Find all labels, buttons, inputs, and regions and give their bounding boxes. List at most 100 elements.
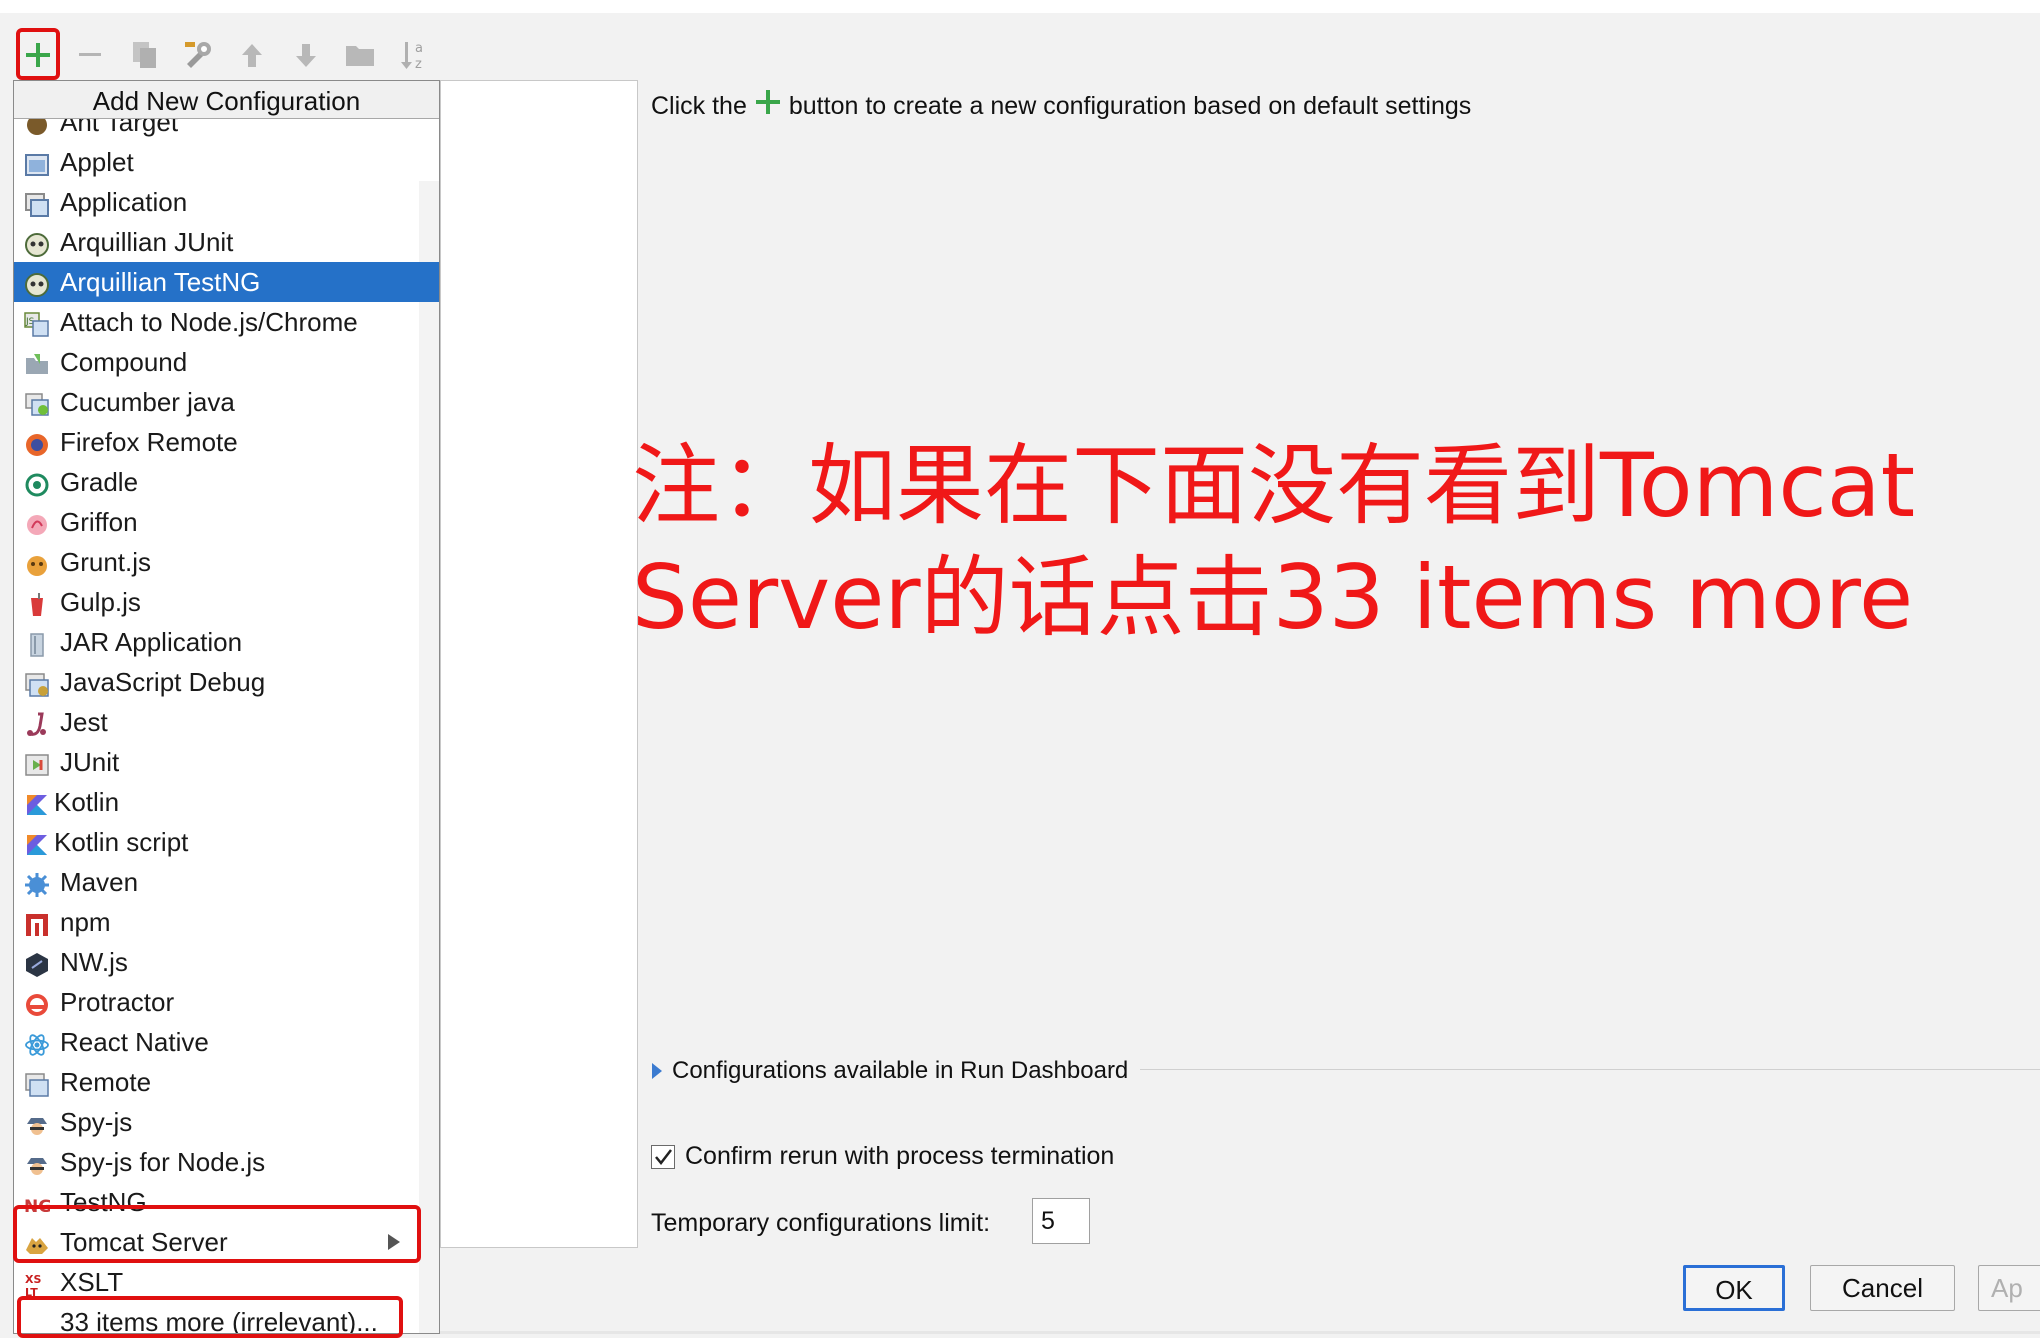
popup-item-label: Application — [60, 187, 188, 217]
popup-item-label: Arquillian TestNG — [60, 267, 261, 297]
popup-item[interactable]: NW.js — [14, 942, 439, 982]
confirm-rerun-checkbox[interactable] — [651, 1145, 675, 1169]
popup-item[interactable]: JUnit — [14, 742, 439, 782]
popup-item-label: Kotlin script — [54, 827, 189, 857]
xslt-icon: XS LT — [24, 1269, 50, 1299]
svg-text:a: a — [415, 41, 423, 56]
add-configuration-popup: Ant Target Add New Configuration Applet A… — [13, 80, 440, 1334]
react-icon — [24, 1029, 50, 1056]
annotation-line-1: 注：如果在下面没有看到Tomcat — [632, 434, 1916, 537]
temp-config-limit-label: Temporary configurations limit: — [651, 1209, 991, 1237]
popup-item-label: Grunt.js — [60, 547, 152, 577]
spyjs-icon — [24, 1109, 50, 1135]
popup-item-label: Compound — [60, 347, 188, 377]
hint-text-after: button to create a new configuration bas… — [788, 92, 1472, 120]
griffon-icon — [24, 509, 50, 535]
popup-item[interactable]: npm — [14, 902, 439, 942]
apply-button[interactable]: Ap — [1978, 1265, 2040, 1311]
npm-icon — [24, 909, 50, 936]
configuration-tree-panel[interactable] — [440, 80, 638, 1248]
popup-item[interactable]: Arquillian JUnit — [14, 222, 439, 262]
confirm-rerun-label[interactable]: Confirm rerun with process termination — [685, 1136, 1114, 1176]
remove-icon — [79, 53, 101, 56]
popup-item[interactable]: Maven — [14, 862, 439, 902]
arquillian-icon — [24, 229, 50, 257]
popup-item[interactable]: Firefox Remote — [14, 422, 439, 462]
edit-defaults-button[interactable] — [172, 30, 224, 80]
sort-alpha-icon: az — [401, 41, 423, 72]
temp-config-limit-input[interactable] — [1032, 1198, 1090, 1244]
popup-item-label: NW.js — [60, 947, 128, 977]
popup-item[interactable]: Kotlin — [14, 782, 439, 822]
popup-item[interactable]: Grunt.js — [14, 542, 439, 582]
popup-item-label: JAR Application — [60, 627, 243, 657]
cucumber-icon — [24, 389, 50, 416]
popup-item-label: Kotlin — [54, 787, 120, 817]
popup-item[interactable]: Arquillian TestNG — [14, 262, 439, 302]
kotlin-icon — [24, 789, 50, 815]
annotation-note: 注：如果在下面没有看到Tomcat Server的话点击33 items mor… — [632, 430, 2032, 654]
empty-state-hint: Click the button to create a new configur… — [651, 86, 1471, 127]
popup-item[interactable]: Spy-js — [14, 1102, 439, 1142]
popup-item-label: Gradle — [60, 467, 139, 497]
popup-item[interactable]: Protractor — [14, 982, 439, 1022]
remote-icon — [24, 1069, 50, 1097]
add-button-highlight — [16, 28, 60, 80]
popup-item[interactable]: Application — [14, 182, 439, 222]
jar-icon — [24, 629, 50, 657]
js-debug-icon — [24, 669, 50, 697]
popup-item[interactable]: Spy-js for Node.js — [14, 1142, 439, 1182]
popup-item[interactable]: Gradle — [14, 462, 439, 502]
popup-item[interactable]: Kotlin script — [14, 822, 439, 862]
sort-button[interactable]: az — [388, 30, 440, 80]
popup-item-label: Cucumber java — [60, 387, 235, 417]
remove-configuration-button[interactable] — [64, 30, 116, 80]
popup-item-label: Jest — [60, 707, 108, 737]
gradle-icon — [24, 469, 50, 497]
applet-icon — [24, 149, 50, 176]
arrow-down-icon — [296, 44, 316, 67]
expand-arrow-icon[interactable] — [652, 1063, 662, 1079]
popup-item-label: Attach to Node.js/Chrome — [60, 307, 358, 337]
create-folder-button[interactable] — [334, 30, 386, 80]
protractor-icon — [24, 989, 50, 1016]
popup-item[interactable]: Gulp.js — [14, 582, 439, 622]
popup-item[interactable]: JS Attach to Node.js/Chrome — [14, 302, 439, 342]
move-down-button[interactable] — [280, 30, 332, 80]
popup-item-label: JavaScript Debug — [60, 667, 266, 697]
popup-item-label: Protractor — [60, 987, 175, 1017]
spyjs-icon — [24, 1149, 50, 1175]
popup-item[interactable]: Compound — [14, 342, 439, 382]
arquillian-icon — [24, 269, 50, 297]
ok-button[interactable]: OK — [1683, 1265, 1785, 1311]
popup-item[interactable]: Remote — [14, 1062, 439, 1102]
run-dashboard-section-label[interactable]: Configurations available in Run Dashboar… — [672, 1051, 1128, 1091]
move-up-button[interactable] — [226, 30, 278, 80]
popup-item[interactable]: JavaScript Debug — [14, 662, 439, 702]
copy-configuration-button[interactable] — [119, 30, 171, 80]
cancel-button[interactable]: Cancel — [1810, 1265, 1955, 1311]
popup-item[interactable]: Applet — [14, 142, 439, 182]
popup-item[interactable]: React Native — [14, 1022, 439, 1062]
jest-icon — [24, 709, 50, 736]
popup-item[interactable]: Cucumber java — [14, 382, 439, 422]
section-divider — [1140, 1069, 2040, 1070]
popup-item[interactable]: Griffon — [14, 502, 439, 542]
popup-item-label: Griffon — [60, 507, 138, 537]
annotation-line-2: Server的话点击33 items more — [632, 546, 1914, 649]
folder-icon — [346, 46, 374, 66]
wrench-icon — [185, 42, 211, 68]
arrow-up-icon — [242, 44, 262, 67]
nwjs-icon — [24, 949, 50, 977]
popup-item-label: Spy-js for Node.js — [60, 1147, 266, 1177]
maven-icon — [24, 869, 50, 897]
popup-item[interactable]: JAR Application — [14, 622, 439, 662]
tomcat-highlight-box — [13, 1205, 421, 1263]
popup-item-label: npm — [60, 907, 111, 937]
popup-item-label: JUnit — [60, 747, 120, 777]
kotlin-icon — [24, 829, 50, 855]
more-items-highlight-box — [17, 1296, 403, 1338]
popup-item[interactable]: Jest — [14, 702, 439, 742]
window-top-strip — [0, 0, 2040, 13]
application-icon — [24, 189, 50, 217]
